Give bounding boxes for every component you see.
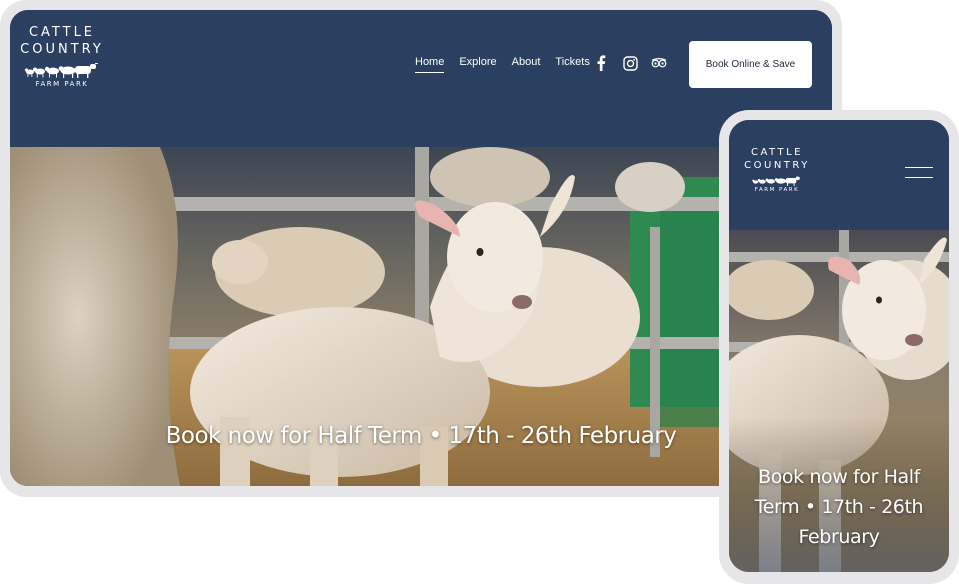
social-links [593,55,667,71]
hero-caption: Book now for Half Term • 17th - 26th Feb… [165,423,677,449]
mobile-screen: CATTLE COUNTRY FARM PARK Book now for Ha… [729,120,949,572]
logo-line-2: COUNTRY [20,42,104,57]
book-online-button[interactable]: Book Online & Save [689,41,812,88]
desktop-screen: CATTLE COUNTRY FARM PARK Home Explore Ab… [10,10,832,486]
farm-animals-icon [14,60,110,78]
farm-animals-icon [739,174,815,186]
mobile-hero-lamb-photo: Book now for Half Term • 17th - 26th Feb… [729,230,949,572]
hamburger-menu-icon[interactable] [905,167,933,181]
logo-line-1: CATTLE [28,25,96,40]
mobile-mockup-frame: CATTLE COUNTRY FARM PARK Book now for Ha… [719,110,959,584]
mobile-brand-logo[interactable]: CATTLE COUNTRY FARM PARK [739,146,815,193]
mobile-logo-line-1: CATTLE [751,147,803,158]
brand-logo[interactable]: CATTLE COUNTRY FARM PARK [14,24,110,88]
main-nav: Home Explore About Tickets [415,56,590,73]
mobile-logo-line-2: COUNTRY [744,160,810,171]
logo-line-3: FARM PARK [35,80,89,88]
mobile-logo-line-3: FARM PARK [754,187,800,193]
nav-tickets[interactable]: Tickets [555,56,589,73]
nav-explore[interactable]: Explore [459,56,496,73]
desktop-mockup-frame: CATTLE COUNTRY FARM PARK Home Explore Ab… [0,0,842,497]
nav-home[interactable]: Home [415,56,445,73]
facebook-icon[interactable] [593,55,609,71]
instagram-icon[interactable] [622,55,638,71]
tripadvisor-icon[interactable] [651,55,667,71]
site-header: CATTLE COUNTRY FARM PARK Home Explore Ab… [10,10,832,147]
nav-about[interactable]: About [512,56,541,73]
mobile-hero-caption: Book now for Half Term • 17th - 26th Feb… [754,466,924,548]
mobile-header: CATTLE COUNTRY FARM PARK [729,120,949,230]
hero-lamb-photo: Book now for Half Term • 17th - 26th Feb… [10,147,832,486]
